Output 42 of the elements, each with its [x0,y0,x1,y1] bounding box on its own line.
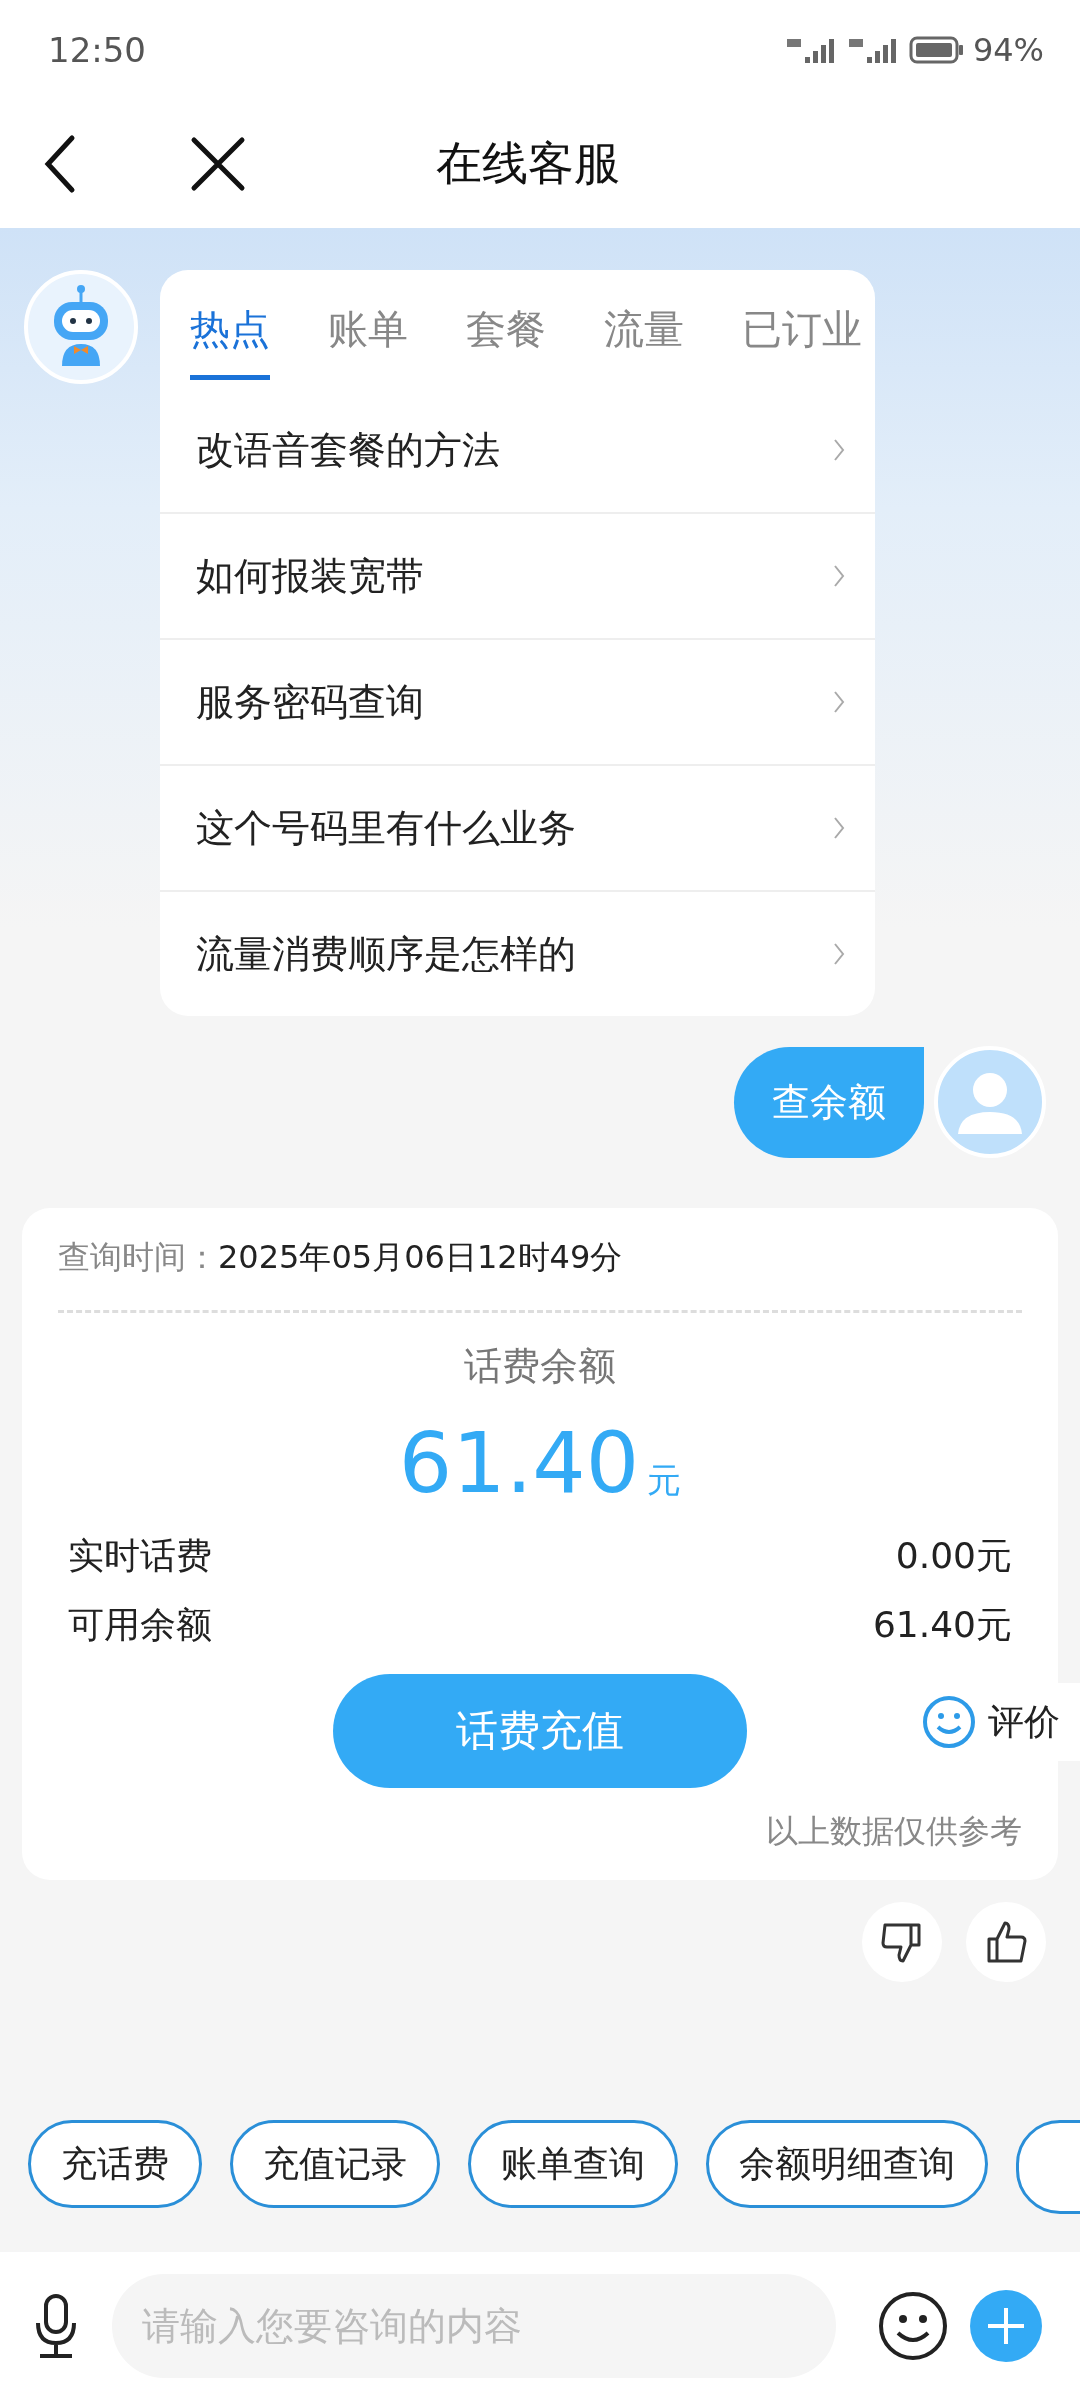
question-item[interactable]: 改语音套餐的方法 [160,388,875,512]
balance-title: 话费余额 [463,1343,617,1390]
row-label: 可用余额 [68,1603,212,1647]
chevron-icon [833,816,845,840]
row-value: 0.00元 [895,1534,1012,1578]
user-message: 查余额 [734,1046,924,1158]
chevron-icon [833,942,845,966]
microphone-icon[interactable] [34,2293,78,2359]
quick-reply-chip[interactable]: 充值记录 [230,2120,440,2208]
page-title: 在线客服 [436,135,620,192]
add-icon[interactable] [970,2290,1042,2362]
quick-reply-chip[interactable]: 余额明细查询 [706,2120,988,2208]
question-item[interactable]: 这个号码里有什么业务 [160,764,875,890]
balance-amount: 61.40 [398,1414,640,1512]
user-avatar-icon [934,1046,1046,1158]
row-value: 61.40元 [872,1603,1012,1647]
question-item[interactable]: 如何报装宽带 [160,512,875,638]
chevron-icon [833,564,845,588]
category-tab[interactable]: 套餐 [466,270,546,388]
battery-icon [908,35,965,65]
status-time: 12:50 [48,30,146,70]
chevron-icon [833,438,845,462]
smiley-icon [922,1695,976,1749]
category-tab[interactable]: 流量 [604,270,684,388]
chevron-icon [833,690,845,714]
category-tab[interactable]: 已订业 [742,270,862,388]
row-label: 实时话费 [68,1534,212,1578]
query-label: 查询时间： [58,1238,218,1276]
currency-unit: 元 [647,1460,682,1500]
query-time: 2025年05月06日12时49分 [218,1238,623,1276]
quick-reply-chip[interactable]: 充话费 [28,2120,202,2208]
message-input-field[interactable]: 请输入您要咨询的内容 [112,2274,836,2378]
disclaimer-note: 以上数据仅供参考 [765,1811,1022,1852]
quick-reply-chip[interactable]: 账单查询 [468,2120,678,2208]
category-tab[interactable]: 账单 [328,270,408,388]
battery-level: 94% [972,31,1044,69]
emoji-icon[interactable] [878,2291,948,2361]
question-item[interactable]: 流量消费顺序是怎样的 [160,890,875,1016]
robot-avatar-icon [24,270,138,384]
category-tab[interactable]: 热点 [190,270,270,388]
close-icon[interactable] [190,136,246,192]
question-item[interactable]: 服务密码查询 [160,638,875,764]
